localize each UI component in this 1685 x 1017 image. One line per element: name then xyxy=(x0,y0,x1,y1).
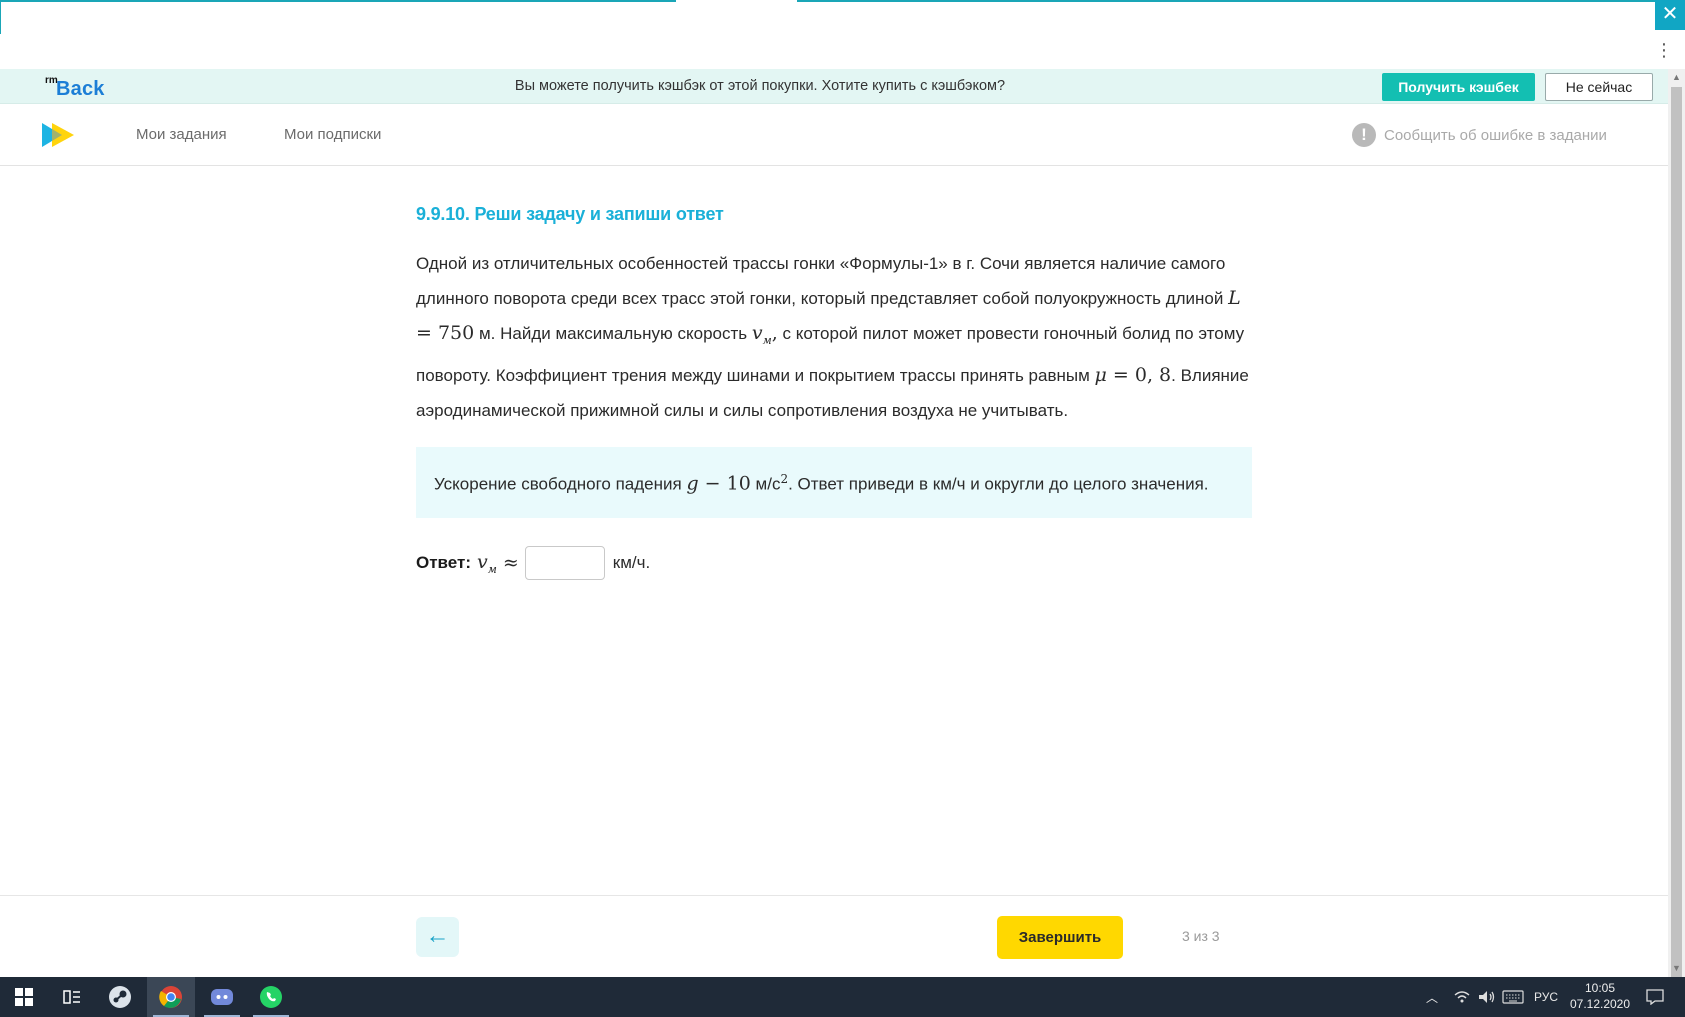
formula-mu-value: 0, 8 xyxy=(1134,363,1172,386)
hint-unit: м/с xyxy=(750,474,781,494)
network-icon[interactable] xyxy=(1454,977,1470,1017)
discord-icon[interactable] xyxy=(198,977,246,1017)
get-cashback-button[interactable]: Получить кэшбек xyxy=(1382,73,1535,101)
formula-mu: μ = 0, 8 xyxy=(1094,363,1172,386)
close-icon[interactable]: ✕ xyxy=(1655,0,1685,30)
whatsapp-icon[interactable] xyxy=(247,977,295,1017)
notifications-icon[interactable] xyxy=(1646,977,1664,1017)
warning-icon: ! xyxy=(1352,123,1376,147)
hint-text-1: Ускорение свободного падения xyxy=(434,474,687,494)
formula-750: 750 xyxy=(437,322,475,344)
finish-button[interactable]: Завершить xyxy=(997,916,1123,959)
approx-sign: ≈ xyxy=(502,552,519,575)
formula-speed: vм, xyxy=(751,322,778,347)
kebab-menu-icon[interactable]: ⋮ xyxy=(1654,38,1674,62)
page-counter: 3 из 3 xyxy=(1182,928,1220,944)
formula-g-minus: − xyxy=(698,472,727,495)
task-statement: Одной из отличительных особенностей трас… xyxy=(416,246,1252,428)
task-view-icon[interactable] xyxy=(48,977,96,1017)
task-text-2: м. Найди максимальную скорость xyxy=(474,324,752,343)
nav-my-tasks[interactable]: Мои задания xyxy=(136,126,227,143)
answer-var: v xyxy=(477,551,488,574)
answer-input[interactable] xyxy=(524,546,605,581)
formula-L: L xyxy=(1228,287,1241,309)
formula-eq: = xyxy=(416,322,438,344)
answer-unit: км/ч. xyxy=(612,553,651,573)
not-now-button[interactable]: Не сейчас xyxy=(1545,73,1653,101)
answer-var-sub: м xyxy=(487,562,497,576)
formula-g-symbol: g xyxy=(686,472,699,495)
hint-box: Ускорение свободного падения g − 10 м/с2… xyxy=(416,446,1252,519)
language-indicator[interactable]: РУС xyxy=(1534,977,1558,1017)
cashback-bar: rm Back Вы можете получить кэшбэк от это… xyxy=(0,69,1668,104)
answer-variable: vм xyxy=(477,551,497,576)
site-logo-icon[interactable] xyxy=(40,122,76,148)
clock-date: 07.12.2020 xyxy=(1569,997,1631,1011)
scroll-up-icon[interactable]: ▲ xyxy=(1668,69,1685,86)
report-error-link[interactable]: ! Сообщить об ошибке в задании xyxy=(1352,121,1607,149)
nav-my-subscriptions[interactable]: Мои подписки xyxy=(284,126,381,143)
hint-unit-sup: 2 xyxy=(780,471,789,486)
tray-overflow-icon[interactable]: ︿ xyxy=(1426,977,1438,1017)
formula-g-10: 10 xyxy=(726,472,751,495)
vertical-scrollbar[interactable]: ▲ ▼ xyxy=(1668,69,1685,999)
windows-start-icon[interactable] xyxy=(0,977,48,1017)
scroll-down-icon[interactable]: ▼ xyxy=(1668,960,1685,977)
steam-icon[interactable] xyxy=(96,977,144,1017)
bottom-bar: ← Завершить 3 из 3 xyxy=(0,895,1668,977)
task-text-1: Одной из отличительных особенностей трас… xyxy=(416,254,1229,308)
back-arrow-icon[interactable]: ← xyxy=(416,917,459,957)
formula-g: g − 10 xyxy=(686,472,750,494)
tab-indicator-right xyxy=(797,0,1655,2)
windows-taskbar: ︿ РУС 10:05 07.12.2020 xyxy=(0,977,1685,1017)
volume-icon[interactable] xyxy=(1478,977,1496,1017)
chrome-icon[interactable] xyxy=(147,977,195,1017)
answer-label: Ответ: xyxy=(416,553,471,573)
scrollbar-thumb[interactable] xyxy=(1671,87,1682,999)
browser-topbar: ✕ ⋮ xyxy=(0,0,1685,68)
clock-time: 10:05 xyxy=(1584,981,1616,995)
system-clock[interactable]: 10:05 07.12.2020 xyxy=(1560,980,1640,1012)
keyboard-icon[interactable] xyxy=(1502,977,1524,1017)
formula-v: v xyxy=(751,322,763,344)
report-error-label: Сообщить об ошибке в задании xyxy=(1384,126,1607,144)
site-header: Мои задания Мои подписки ! Сообщить об о… xyxy=(0,104,1668,166)
screen: ✕ ⋮ rm Back Вы можете получить кэшбэк от… xyxy=(0,0,1685,1017)
cashback-message: Вы можете получить кэшбэк от этой покупк… xyxy=(514,78,1006,94)
tab-indicator-left xyxy=(0,0,676,2)
task-content: 9.9.10. Реши задачу и запиши ответ Одной… xyxy=(416,204,1252,581)
formula-mu-symbol: μ xyxy=(1094,363,1107,386)
task-title: 9.9.10. Реши задачу и запиши ответ xyxy=(416,204,724,224)
hint-text-2: . Ответ приведи в км/ч и округли до цело… xyxy=(788,474,1209,494)
tab-edge xyxy=(0,0,1,34)
answer-row: Ответ: vм ≈ км/ч. xyxy=(416,546,1252,581)
formula-v-sub: м xyxy=(762,333,772,347)
